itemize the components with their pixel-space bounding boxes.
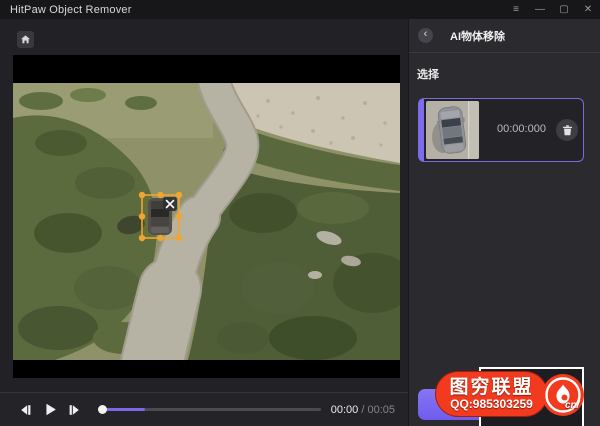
- titlebar: HitPaw Object Remover ≡ — ▢ ✕: [0, 0, 600, 19]
- seek-bar[interactable]: [98, 405, 321, 414]
- next-frame-button[interactable]: [64, 400, 86, 420]
- video-frame[interactable]: [13, 83, 400, 360]
- play-button[interactable]: [39, 400, 61, 420]
- card-accent-strip: [419, 99, 424, 161]
- menu-icon[interactable]: ≡: [504, 0, 528, 19]
- trash-icon: [562, 125, 572, 136]
- panel-title: AI物体移除: [450, 30, 505, 43]
- back-icon: ‹: [423, 28, 428, 40]
- sidebar-header: ‹ AI物体移除: [409, 19, 600, 53]
- remove-selection-icon[interactable]: [163, 197, 177, 211]
- total-time: 00:05: [367, 403, 395, 416]
- delete-object-button[interactable]: [556, 119, 578, 141]
- step-forward-icon: [69, 404, 79, 415]
- watermark-title: 图穷联盟: [449, 376, 534, 398]
- home-icon: [21, 35, 30, 44]
- select-section-label: 选择: [417, 69, 439, 81]
- preview-panel: 00:00 / 00:05: [0, 19, 408, 426]
- close-icon[interactable]: ✕: [576, 0, 600, 19]
- window-controls: ≡ — ▢ ✕: [504, 0, 600, 19]
- maximize-icon[interactable]: ▢: [552, 0, 576, 19]
- content: 00:00 / 00:05 ‹ AI物体移除 选择 00:00:000 图穷联盟…: [0, 19, 600, 426]
- app-window: HitPaw Object Remover ≡ — ▢ ✕ 00:00 / 00…: [0, 0, 600, 426]
- transport-bar: 00:00 / 00:05: [0, 392, 408, 426]
- watermark-badge: 图穷联盟 QQ:985303259: [435, 371, 548, 417]
- home-button[interactable]: [17, 31, 34, 48]
- selected-object-card[interactable]: 00:00:000: [418, 98, 584, 162]
- selection-box[interactable]: [138, 191, 183, 242]
- car-thumbnail-image: [426, 101, 479, 159]
- object-timestamp: 00:00:000: [497, 123, 546, 135]
- current-time: 00:00: [330, 403, 359, 416]
- watermark-qq: QQ:985303259: [450, 396, 533, 411]
- play-icon: [45, 403, 56, 416]
- time-separator: /: [361, 403, 365, 416]
- video-stage: [13, 55, 400, 378]
- minimize-icon[interactable]: —: [528, 0, 552, 19]
- object-thumbnail: [426, 101, 479, 159]
- watermark-url: cn/: [565, 400, 580, 411]
- previous-frame-button[interactable]: [14, 400, 36, 420]
- app-title: HitPaw Object Remover: [10, 3, 132, 16]
- step-back-icon: [21, 404, 31, 415]
- time-display: 00:00 / 00:05: [331, 404, 395, 416]
- seek-bar-knob[interactable]: [98, 405, 107, 414]
- sidebar: ‹ AI物体移除 选择 00:00:000 图穷联盟 QQ:985303259 …: [408, 19, 600, 426]
- back-button[interactable]: ‹: [418, 28, 433, 43]
